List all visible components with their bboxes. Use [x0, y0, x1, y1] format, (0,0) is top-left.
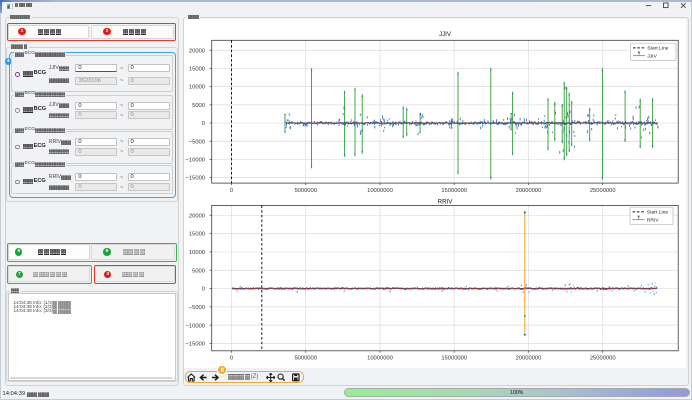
svg-text:−5000: −5000	[189, 139, 205, 145]
svg-text:0: 0	[202, 287, 205, 293]
svg-text:25000000: 25000000	[590, 356, 616, 362]
svg-text:5000000: 5000000	[294, 188, 317, 194]
svg-text:10000000: 10000000	[367, 188, 393, 194]
svg-text:RRIV: RRIV	[647, 217, 660, 223]
svg-text:25000000: 25000000	[590, 188, 616, 194]
svg-text:5000: 5000	[192, 268, 205, 274]
svg-text:−15000: −15000	[185, 342, 204, 348]
svg-text:10000: 10000	[189, 250, 205, 256]
svg-text:10000000: 10000000	[367, 356, 393, 362]
svg-text:15000000: 15000000	[441, 356, 467, 362]
svg-text:15000: 15000	[189, 232, 205, 238]
svg-text:20000: 20000	[189, 213, 205, 219]
svg-text:20000: 20000	[189, 48, 205, 54]
svg-text:15000000: 15000000	[441, 188, 467, 194]
svg-text:−10000: −10000	[185, 323, 204, 329]
svg-text:20000000: 20000000	[515, 188, 541, 194]
svg-text:RRIV: RRIV	[437, 198, 453, 205]
svg-text:JJIV: JJIV	[439, 31, 452, 38]
svg-text:JJIV: JJIV	[647, 53, 657, 59]
svg-text:10000: 10000	[189, 85, 205, 91]
svg-text:−15000: −15000	[185, 176, 204, 182]
svg-text:−5000: −5000	[189, 305, 205, 311]
svg-text:5000: 5000	[192, 103, 205, 109]
svg-text:Start Line: Start Line	[647, 46, 669, 52]
svg-text:0: 0	[230, 356, 233, 362]
svg-text:−10000: −10000	[185, 158, 204, 164]
svg-text:0: 0	[230, 188, 233, 194]
svg-text:5000000: 5000000	[294, 356, 317, 362]
svg-text:15000: 15000	[189, 67, 205, 73]
svg-text:Start Line: Start Line	[647, 210, 669, 216]
svg-text:0: 0	[202, 121, 205, 127]
svg-text:20000000: 20000000	[515, 356, 541, 362]
